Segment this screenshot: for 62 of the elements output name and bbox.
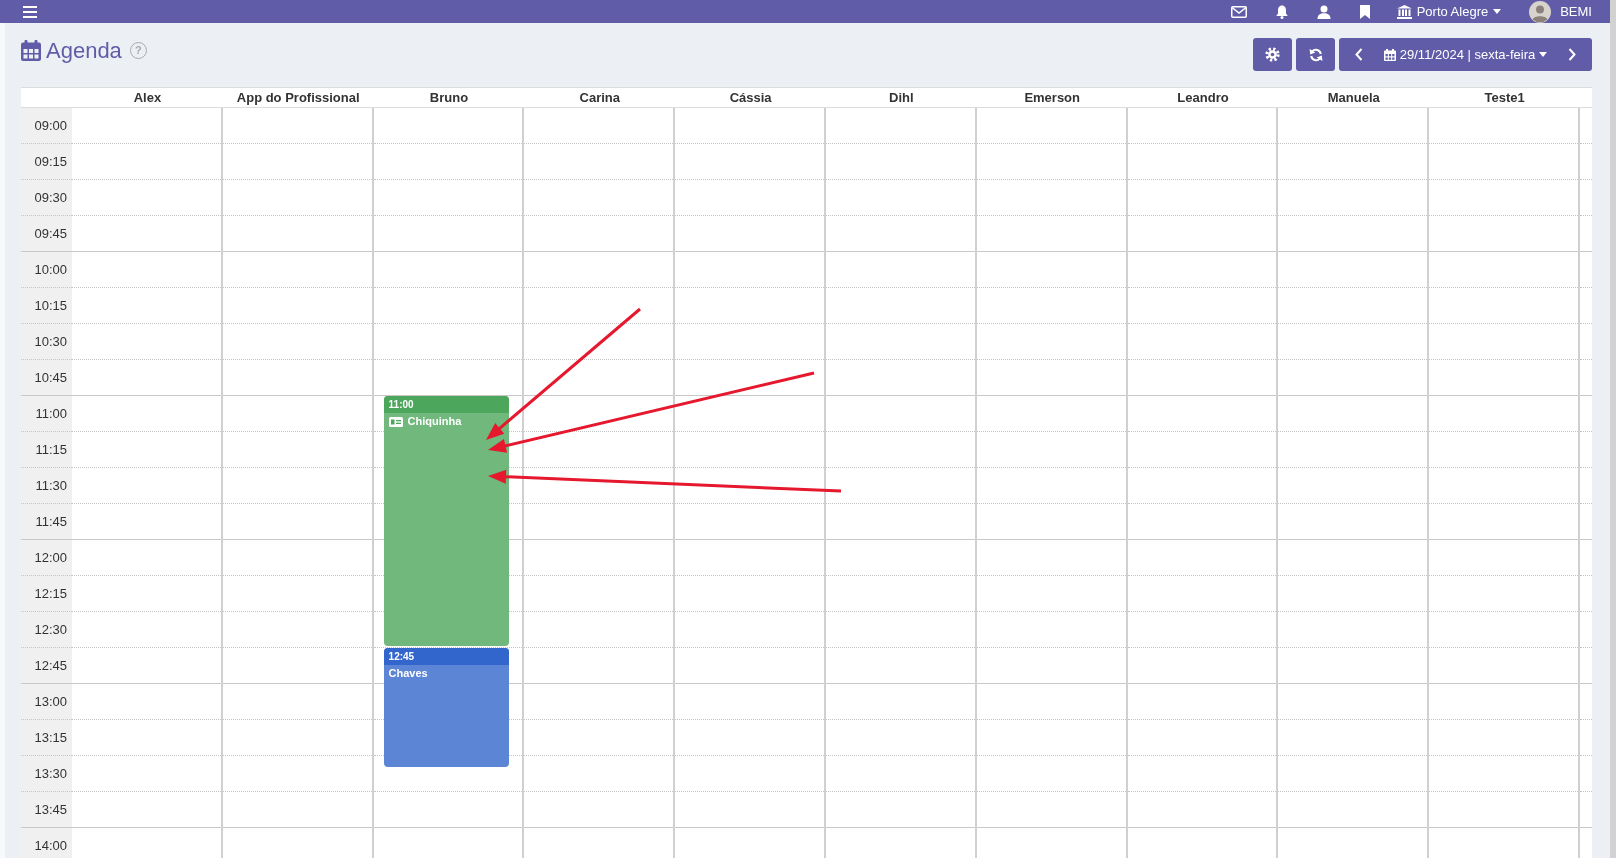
column-header: Carina: [579, 90, 620, 105]
column-header: Teste1: [1484, 90, 1525, 105]
time-label: 14:00: [34, 838, 67, 853]
column-header: Manuela: [1327, 90, 1380, 105]
bank-icon: [1396, 4, 1412, 19]
time-label: 13:15: [34, 730, 67, 745]
time-label: 10:15: [34, 298, 67, 313]
menu-icon[interactable]: [23, 5, 37, 18]
time-label: 09:00: [34, 118, 67, 133]
caret-icon: [1539, 52, 1548, 57]
previous-day-button[interactable]: [1339, 38, 1379, 71]
appointment-title: Chaves: [388, 667, 428, 680]
time-label: 11:45: [35, 514, 67, 529]
time-label: 10:00: [34, 262, 67, 277]
time-label: 10:45: [34, 370, 67, 385]
appointment-time: 11:00: [383, 396, 510, 413]
time-label: 09:45: [34, 226, 67, 241]
time-label: 09:15: [34, 154, 67, 169]
envelope-icon[interactable]: [1230, 5, 1247, 18]
date-picker-button[interactable]: 29/11/2024 | sexta-feira: [1379, 38, 1552, 71]
column-header: App do Profissional: [236, 90, 360, 105]
time-label: 12:15: [34, 586, 67, 601]
calendar-icon: [21, 40, 41, 61]
time-label: 13:45: [34, 802, 67, 817]
column-header: Emerson: [1024, 90, 1080, 105]
bell-icon[interactable]: [1274, 4, 1289, 19]
caret-icon: [1493, 9, 1502, 14]
appointment-time: 12:45: [383, 648, 510, 665]
avatar-icon: [1529, 0, 1552, 23]
time-label: 11:15: [35, 442, 67, 457]
column-header: Alex: [133, 90, 162, 105]
time-label: 12:45: [34, 658, 67, 673]
column-header: Bruno: [429, 90, 469, 105]
column-header: Dihl: [889, 90, 914, 105]
calendar-icon: [1383, 48, 1396, 61]
page-title: Agenda: [46, 38, 122, 63]
settings-icon: [1265, 47, 1280, 62]
column-header: Cássia: [729, 90, 772, 105]
column-header: Leandro: [1177, 90, 1229, 105]
time-label: 09:30: [34, 190, 67, 205]
refresh-button[interactable]: [1296, 38, 1335, 71]
time-label: 13:00: [34, 694, 67, 709]
refresh-icon: [1308, 47, 1323, 62]
scrollbar[interactable]: [1610, 0, 1616, 858]
location-dropdown[interactable]: Porto Alegre: [1396, 3, 1502, 20]
appointment[interactable]: 12:45 Chaves: [383, 648, 510, 767]
chevron-right-icon: [1568, 48, 1576, 61]
chevron-left-icon: [1355, 48, 1363, 61]
appointment-title: Chiquinha: [407, 415, 462, 428]
bookmark-icon[interactable]: [1358, 4, 1371, 19]
time-label: 11:00: [35, 406, 67, 421]
user-icon[interactable]: [1316, 4, 1331, 19]
id-card-icon: [388, 416, 403, 427]
appointment[interactable]: 11:00 Chiquinha: [383, 396, 510, 646]
time-label: 12:30: [34, 622, 67, 637]
next-day-button[interactable]: [1552, 38, 1592, 71]
user-menu[interactable]: BEMI: [1529, 0, 1592, 23]
time-label: 11:30: [35, 478, 67, 493]
time-label: 10:30: [34, 334, 67, 349]
time-label: 13:30: [34, 766, 67, 781]
settings-button[interactable]: [1253, 38, 1292, 71]
time-label: 12:00: [34, 550, 67, 565]
